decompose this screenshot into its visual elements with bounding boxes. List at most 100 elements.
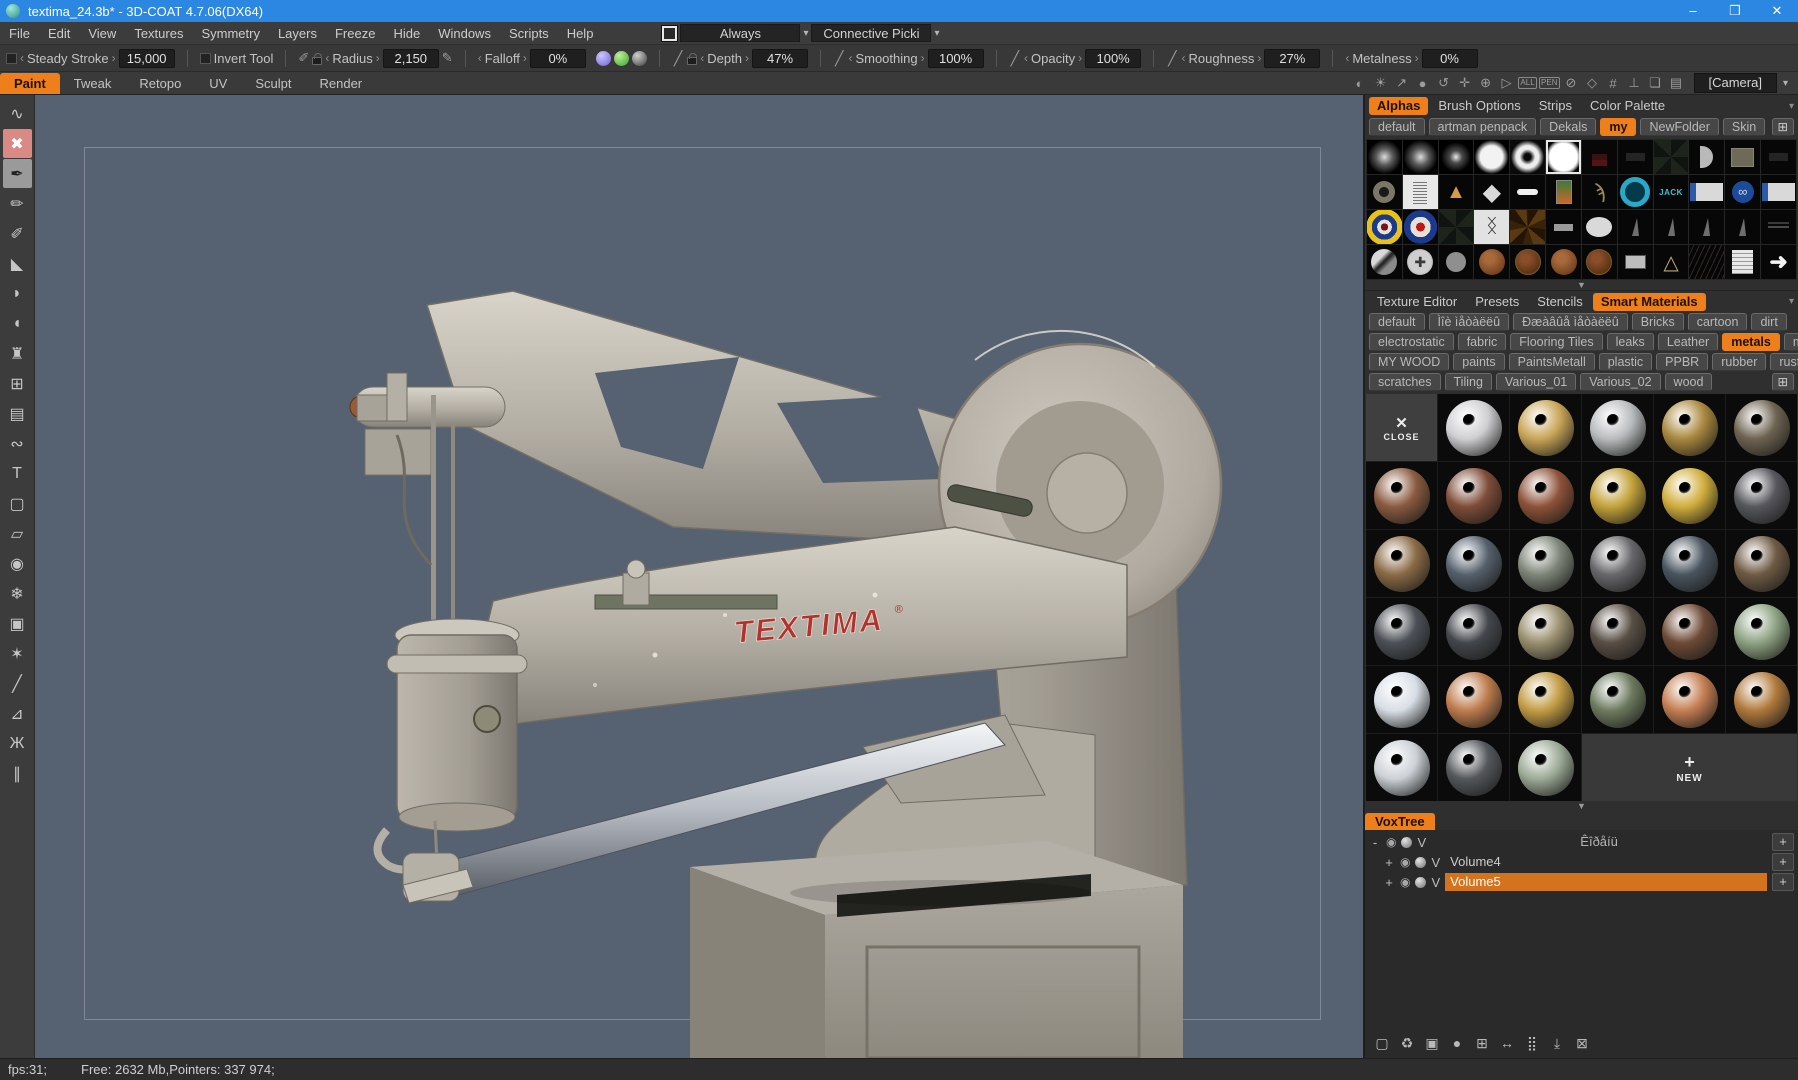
material-preview[interactable] — [1510, 598, 1581, 665]
tab-retopo[interactable]: Retopo — [125, 73, 195, 94]
alpha-folder-default[interactable]: default — [1369, 118, 1425, 136]
material-category-paints[interactable]: paints — [1453, 353, 1505, 371]
alpha-thumbnail[interactable] — [1367, 210, 1402, 244]
menu-scripts[interactable]: Scripts — [500, 22, 558, 45]
curve-icon[interactable]: ╱ — [1168, 50, 1176, 67]
material-category-default[interactable]: default — [1369, 313, 1425, 331]
cube-icon[interactable]: ◇ — [1583, 75, 1602, 91]
expander-icon[interactable]: + — [1383, 875, 1395, 890]
viewport-3d-model[interactable]: TEXTIMA ® — [35, 95, 1360, 1058]
eye-icon[interactable]: ◉ — [1400, 875, 1410, 889]
stepper-right-icon[interactable]: › — [376, 51, 380, 65]
material-preview[interactable] — [1366, 598, 1437, 665]
stepper-left-icon[interactable]: ‹ — [848, 51, 852, 65]
material-preview[interactable] — [1510, 462, 1581, 529]
alpha-folder-dekals[interactable]: Dekals — [1540, 118, 1597, 136]
material-preview[interactable] — [1654, 462, 1725, 529]
alpha-thumbnail[interactable] — [1367, 175, 1402, 209]
shader-sphere-icon[interactable] — [1415, 876, 1427, 888]
duplicate-layer-icon[interactable]: ▣ — [1423, 1035, 1441, 1052]
material-category-ìîè-ìåòàëëû[interactable]: Ìîè ìåòàëëû — [1428, 313, 1510, 331]
shader-sphere-icon[interactable] — [1415, 856, 1427, 868]
sphere-icon[interactable]: ● — [1448, 1035, 1466, 1052]
material-category-paintsmetall[interactable]: PaintsMetall — [1508, 353, 1595, 371]
stepper-left-icon[interactable]: ‹ — [1182, 51, 1186, 65]
add-volume-button[interactable]: + — [1772, 833, 1794, 851]
tool-symmetry[interactable]: Ж — [3, 729, 32, 758]
tool-freeze[interactable]: ❄ — [3, 579, 32, 608]
color-swatch[interactable] — [661, 24, 679, 42]
panel-menu-icon[interactable]: ▾ — [1789, 101, 1794, 112]
brush-icon[interactable]: ✐ — [298, 50, 309, 66]
material-preview[interactable] — [1510, 394, 1581, 461]
tool-pencil[interactable]: ✏ — [3, 189, 32, 218]
lock-icon[interactable] — [312, 52, 323, 65]
alpha-thumbnail[interactable] — [1689, 210, 1725, 244]
alpha-thumbnail[interactable] — [1510, 245, 1546, 279]
material-preview[interactable] — [1582, 394, 1653, 461]
material-category-wood[interactable]: wood — [1664, 373, 1713, 391]
tool-picker[interactable]: ╱ — [3, 669, 32, 698]
new-material-button[interactable]: + NEW — [1582, 734, 1797, 801]
add-volume-button[interactable]: + — [1772, 873, 1794, 891]
swap-icon[interactable]: ↔ — [1498, 1035, 1516, 1052]
material-category-my[interactable]: my — [1783, 333, 1798, 351]
tab-color-palette[interactable]: Color Palette — [1582, 97, 1673, 115]
smoothing-value[interactable]: 100% — [927, 48, 984, 68]
tab-uv[interactable]: UV — [195, 73, 241, 94]
material-category-plastic[interactable]: plastic — [1598, 353, 1653, 371]
falloff-sphere-mid-icon[interactable] — [613, 50, 629, 66]
pick-light-icon[interactable]: ↗ — [1392, 75, 1411, 91]
alpha-thumbnail[interactable] — [1402, 175, 1438, 209]
alpha-thumbnail[interactable] — [1546, 140, 1581, 174]
alpha-thumbnail[interactable] — [1438, 140, 1474, 174]
tab-alphas[interactable]: Alphas — [1369, 97, 1429, 115]
volume-name[interactable]: Êîðåíü — [1431, 833, 1767, 851]
material-preview[interactable] — [1438, 734, 1509, 801]
steady-stroke-value[interactable]: 15,000 — [118, 48, 175, 68]
tool-eraser[interactable]: ▱ — [3, 519, 32, 548]
tool-stroke[interactable]: ∿ — [3, 99, 32, 128]
import-icon[interactable]: ⤓ — [1548, 1035, 1566, 1052]
stepper-left-icon[interactable]: ‹ — [478, 51, 482, 65]
roughness-value[interactable]: 27% — [1264, 48, 1321, 68]
alpha-thumbnail[interactable] — [1402, 140, 1438, 174]
falloff-sphere-hard-icon[interactable] — [631, 50, 647, 66]
alpha-thumbnail[interactable] — [1402, 245, 1438, 279]
material-preview[interactable] — [1726, 598, 1797, 665]
tab-strips[interactable]: Strips — [1531, 97, 1580, 115]
stepper-right-icon[interactable]: › — [112, 51, 116, 65]
alpha-thumbnail[interactable] — [1510, 210, 1546, 244]
panel-menu-icon[interactable]: ▾ — [1789, 296, 1794, 307]
background-image-icon[interactable]: ▤ — [1667, 75, 1686, 91]
material-preview[interactable] — [1654, 598, 1725, 665]
stepper-right-icon[interactable]: › — [1415, 51, 1419, 65]
curve-icon[interactable]: ╱ — [835, 50, 843, 67]
alpha-thumbnail[interactable] — [1474, 175, 1510, 209]
falloff-sphere-soft-icon[interactable] — [595, 50, 611, 66]
grid-icon[interactable]: # — [1604, 76, 1623, 91]
material-preview[interactable] — [1510, 666, 1581, 733]
chevron-down-icon[interactable]: ▾ — [1783, 78, 1788, 89]
opacity-value[interactable]: 100% — [1085, 48, 1142, 68]
alpha-thumbnail[interactable] — [1617, 140, 1653, 174]
tool-clone[interactable]: ▣ — [3, 609, 32, 638]
tab-presets[interactable]: Presets — [1467, 293, 1527, 311]
material-preview[interactable] — [1366, 530, 1437, 597]
menu-view[interactable]: View — [79, 22, 125, 45]
invert-tool-checkbox[interactable] — [199, 52, 211, 64]
steady-stroke-checkbox[interactable] — [6, 52, 17, 64]
tab-smart-materials[interactable]: Smart Materials — [1592, 292, 1706, 311]
picking-mode-dropdown[interactable]: Connective Picki — [811, 24, 932, 42]
folder-add-icon[interactable]: ⊞ — [1771, 373, 1794, 391]
material-preview[interactable] — [1438, 462, 1509, 529]
stepper-right-icon[interactable]: › — [921, 51, 925, 65]
tool-fill-brush[interactable]: ◣ — [3, 249, 32, 278]
alphas-scroll-down[interactable]: ▼ — [1365, 280, 1798, 290]
fullscreen-icon[interactable]: ❏ — [1646, 75, 1665, 91]
alpha-thumbnail[interactable] — [1689, 140, 1725, 174]
alpha-folder-my[interactable]: my — [1600, 118, 1637, 136]
material-preview[interactable] — [1366, 462, 1437, 529]
alpha-thumbnail[interactable] — [1510, 175, 1546, 209]
material-category-bricks[interactable]: Bricks — [1631, 313, 1684, 331]
